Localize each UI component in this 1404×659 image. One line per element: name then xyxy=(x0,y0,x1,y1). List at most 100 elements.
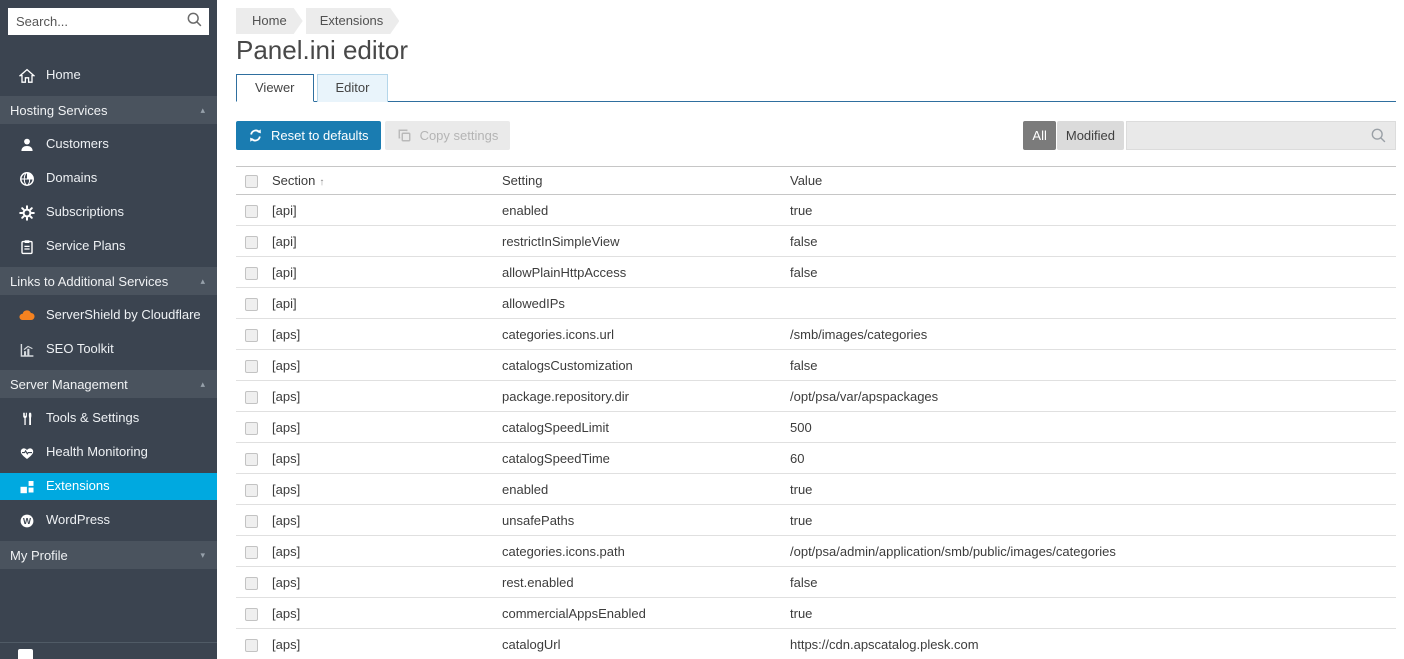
collapse-up-icon: ▴ xyxy=(200,105,205,116)
table-row: [aps] enabled true xyxy=(236,474,1396,505)
cell-value: false xyxy=(790,257,1396,288)
sidebar-item-label: Extensions xyxy=(46,478,110,495)
row-checkbox[interactable] xyxy=(245,639,258,652)
row-checkbox[interactable] xyxy=(245,329,258,342)
settings-table-body: [api] enabled true [api] restrictInSimpl… xyxy=(236,195,1396,659)
cell-setting: restrictInSimpleView xyxy=(502,226,790,257)
sidebar-item-tools-settings[interactable]: Tools & Settings xyxy=(0,405,217,432)
breadcrumb-item-extensions[interactable]: Extensions xyxy=(306,8,400,34)
cell-section: [aps] xyxy=(272,319,502,350)
sidebar-bottom-item[interactable] xyxy=(0,642,217,659)
cell-section: [aps] xyxy=(272,567,502,598)
table-search-box[interactable] xyxy=(1126,121,1396,150)
row-checkbox[interactable] xyxy=(245,267,258,280)
sidebar-header-label: Server Management xyxy=(10,377,128,392)
filter-all-button[interactable]: All xyxy=(1023,121,1055,150)
tab-viewer[interactable]: Viewer xyxy=(236,74,314,102)
cell-setting: categories.icons.url xyxy=(502,319,790,350)
search-icon xyxy=(186,11,203,33)
reset-to-defaults-label: Reset to defaults xyxy=(271,128,369,143)
sidebar-item-seo-toolkit[interactable]: SEO Toolkit xyxy=(0,336,217,363)
copy-settings-button[interactable]: Copy settings xyxy=(385,121,511,150)
sidebar-item-subscriptions[interactable]: Subscriptions xyxy=(0,199,217,226)
tab-editor[interactable]: Editor xyxy=(317,74,389,102)
table-row: [aps] categories.icons.path /opt/psa/adm… xyxy=(236,536,1396,567)
main-content: Home Extensions Panel.ini editor Viewer … xyxy=(217,0,1404,659)
sidebar-search-box[interactable] xyxy=(8,8,209,35)
sidebar-item-health-monitoring[interactable]: Health Monitoring xyxy=(0,439,217,466)
cell-setting: catalogSpeedTime xyxy=(502,443,790,474)
sidebar-item-label: Home xyxy=(46,67,81,84)
sidebar-item-servershield[interactable]: ServerShield by Cloudflare xyxy=(0,302,217,329)
cell-value: false xyxy=(790,350,1396,381)
heart-pulse-icon xyxy=(18,445,36,461)
table-row: [api] restrictInSimpleView false xyxy=(236,226,1396,257)
sidebar-item-label: Domains xyxy=(46,170,97,187)
cell-section: [aps] xyxy=(272,412,502,443)
sidebar-header-my-profile[interactable]: My Profile ▾ xyxy=(0,541,217,569)
sidebar-item-home[interactable]: Home xyxy=(0,62,217,89)
row-checkbox[interactable] xyxy=(245,453,258,466)
sidebar-item-domains[interactable]: Domains xyxy=(0,165,217,192)
svg-text:W: W xyxy=(23,515,32,525)
sidebar-item-customers[interactable]: Customers xyxy=(0,131,217,158)
breadcrumb: Home Extensions xyxy=(236,8,1396,34)
sidebar-item-service-plans[interactable]: Service Plans xyxy=(0,233,217,260)
column-header-value[interactable]: Value xyxy=(790,167,1396,195)
reset-to-defaults-button[interactable]: Reset to defaults xyxy=(236,121,381,150)
search-icon xyxy=(1370,127,1387,144)
sidebar-search-input[interactable] xyxy=(16,14,186,29)
sidebar-header-label: Links to Additional Services xyxy=(10,274,168,289)
cell-section: [aps] xyxy=(272,536,502,567)
cell-setting: catalogUrl xyxy=(502,629,790,659)
row-checkbox[interactable] xyxy=(245,577,258,590)
row-checkbox[interactable] xyxy=(245,546,258,559)
cell-value: true xyxy=(790,505,1396,536)
cell-value: /opt/psa/var/apspackages xyxy=(790,381,1396,412)
row-checkbox[interactable] xyxy=(245,515,258,528)
row-checkbox[interactable] xyxy=(245,484,258,497)
collapse-up-icon: ▴ xyxy=(200,276,205,287)
row-checkbox[interactable] xyxy=(245,422,258,435)
breadcrumb-item-home[interactable]: Home xyxy=(236,8,303,34)
table-row: [aps] catalogUrl https://cdn.apscatalog.… xyxy=(236,629,1396,659)
filter-modified-button[interactable]: Modified xyxy=(1057,121,1124,150)
copy-icon xyxy=(397,128,412,143)
sidebar-header-server-management[interactable]: Server Management ▴ xyxy=(0,370,217,398)
row-checkbox[interactable] xyxy=(245,608,258,621)
cell-setting: categories.icons.path xyxy=(502,536,790,567)
sidebar-header-links-additional-services[interactable]: Links to Additional Services ▴ xyxy=(0,267,217,295)
app-window: Home Hosting Services ▴ Customers Domain… xyxy=(0,0,1404,659)
row-checkbox[interactable] xyxy=(245,298,258,311)
cell-setting: commercialAppsEnabled xyxy=(502,598,790,629)
sidebar-header-label: Hosting Services xyxy=(10,103,108,118)
sidebar-item-wordpress[interactable]: W WordPress xyxy=(0,507,217,534)
row-checkbox[interactable] xyxy=(245,391,258,404)
settings-table: Section↑ Setting Value [api] enabled tru… xyxy=(236,166,1396,659)
cell-section: [aps] xyxy=(272,505,502,536)
cell-section: [aps] xyxy=(272,474,502,505)
copy-settings-label: Copy settings xyxy=(420,128,499,143)
select-all-checkbox[interactable] xyxy=(245,175,258,188)
cell-setting: allowedIPs xyxy=(502,288,790,319)
sidebar-item-label: Tools & Settings xyxy=(46,410,139,427)
sidebar-item-label: ServerShield by Cloudflare xyxy=(46,307,201,324)
cell-value xyxy=(790,288,1396,319)
sidebar-item-label: WordPress xyxy=(46,512,110,529)
table-row: [api] allowPlainHttpAccess false xyxy=(236,257,1396,288)
column-header-section[interactable]: Section↑ xyxy=(272,167,502,195)
row-checkbox[interactable] xyxy=(245,205,258,218)
sidebar-item-extensions[interactable]: Extensions xyxy=(0,473,217,500)
table-search-input[interactable] xyxy=(1135,128,1370,143)
sidebar-header-hosting-services[interactable]: Hosting Services ▴ xyxy=(0,96,217,124)
table-row: [aps] rest.enabled false xyxy=(236,567,1396,598)
row-checkbox[interactable] xyxy=(245,360,258,373)
gear-icon xyxy=(18,205,36,221)
cell-section: [aps] xyxy=(272,350,502,381)
sort-asc-icon: ↑ xyxy=(319,177,324,188)
cell-value: /opt/psa/admin/application/smb/public/im… xyxy=(790,536,1396,567)
row-checkbox[interactable] xyxy=(245,236,258,249)
cell-value: false xyxy=(790,226,1396,257)
column-header-setting[interactable]: Setting xyxy=(502,167,790,195)
cell-value: true xyxy=(790,474,1396,505)
